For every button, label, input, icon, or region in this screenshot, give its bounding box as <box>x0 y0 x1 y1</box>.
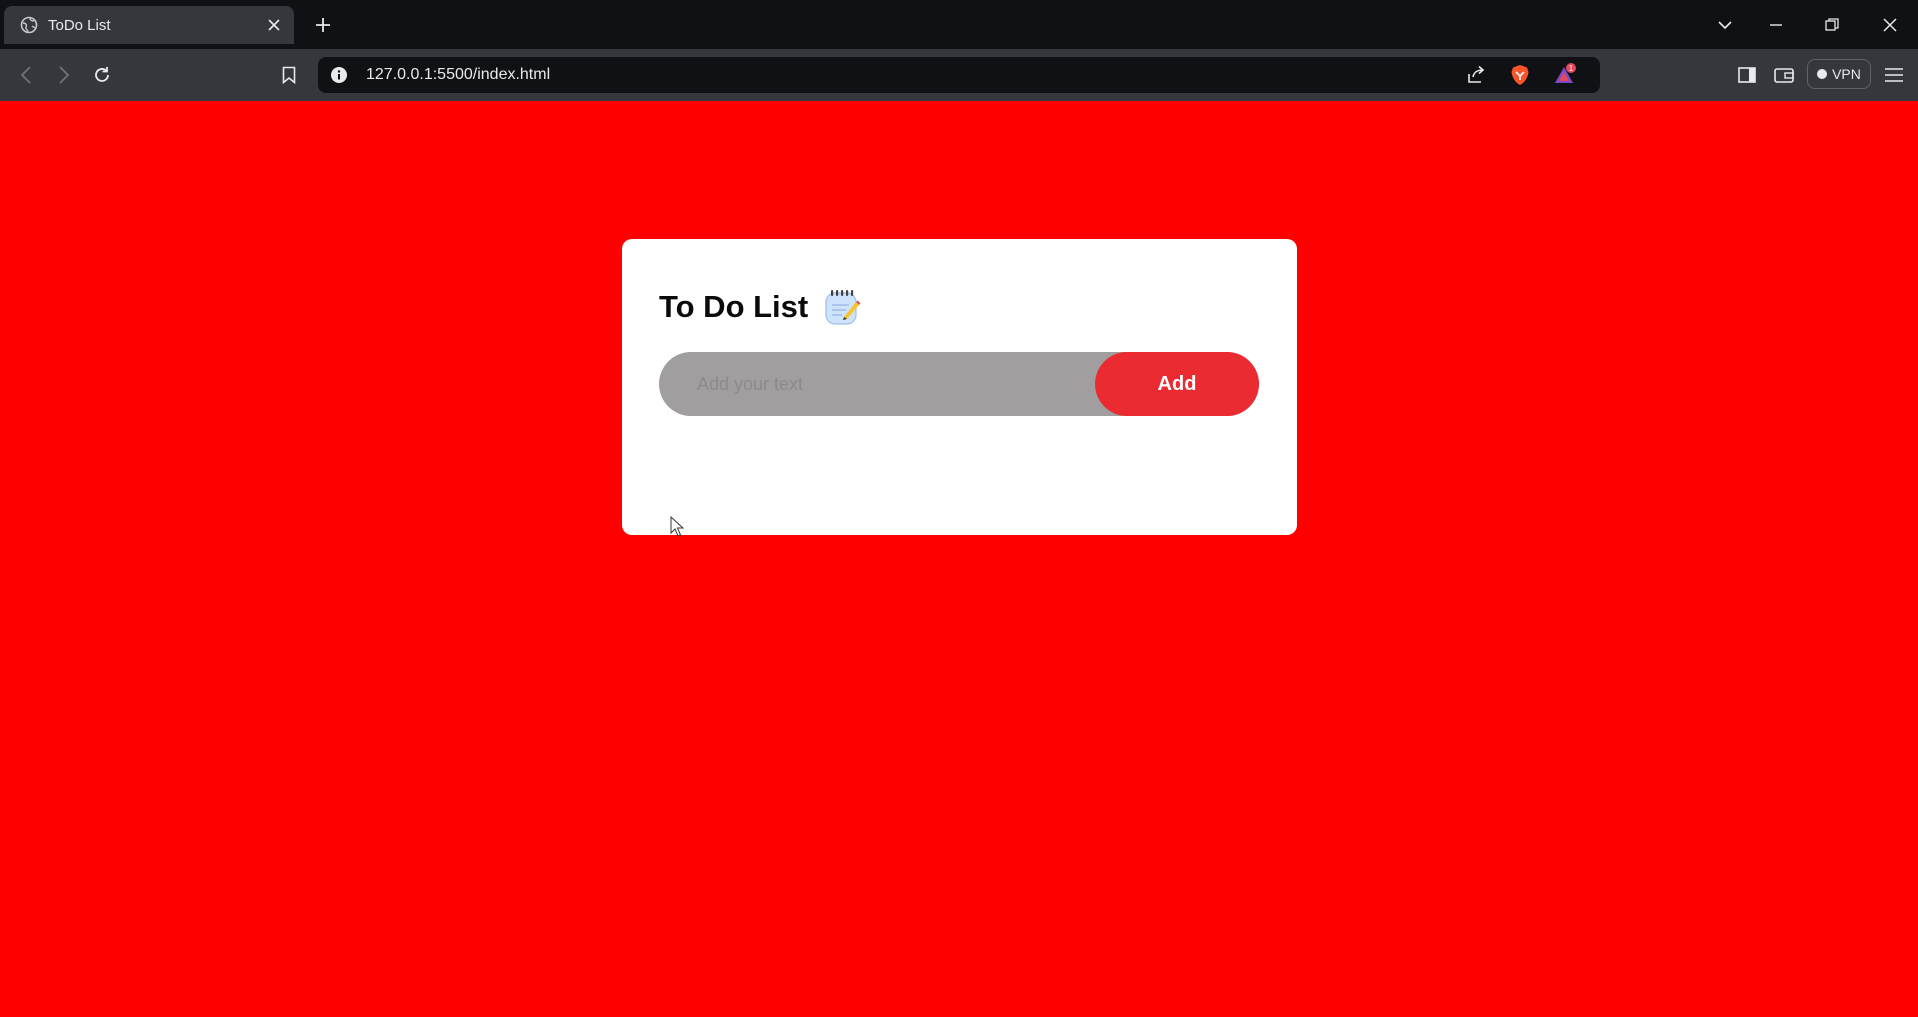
browser-tab[interactable]: ToDo List <box>4 6 294 44</box>
sidebar-toggle-icon[interactable] <box>1733 61 1761 89</box>
url-text: 127.0.0.1:5500/index.html <box>366 66 551 83</box>
vpn-label: VPN <box>1832 66 1861 82</box>
menu-icon[interactable] <box>1880 61 1908 89</box>
forward-icon[interactable] <box>50 61 78 89</box>
new-tab-icon[interactable] <box>310 12 336 38</box>
back-icon[interactable] <box>12 61 40 89</box>
close-window-icon[interactable] <box>1875 10 1905 40</box>
browser-toolbar: 127.0.0.1:5500/index.html 1 VPN <box>0 49 1918 101</box>
wallet-icon[interactable] <box>1770 61 1798 89</box>
share-icon[interactable] <box>1464 63 1488 87</box>
restore-icon[interactable] <box>1817 10 1847 40</box>
tab-title: ToDo List <box>48 16 111 34</box>
reload-icon[interactable] <box>88 61 116 89</box>
minimize-icon[interactable] <box>1761 10 1791 40</box>
browser-titlebar: ToDo List <box>0 0 1918 49</box>
vpn-status-icon <box>1817 69 1828 79</box>
vpn-button[interactable]: VPN <box>1807 59 1871 89</box>
tab-search-chevron-icon[interactable] <box>1710 10 1740 40</box>
memo-icon <box>822 287 862 327</box>
task-list <box>659 439 1259 509</box>
rewards-badge: 1 <box>1569 64 1574 73</box>
close-tab-icon[interactable] <box>260 11 288 39</box>
site-info-icon[interactable] <box>330 66 348 84</box>
globe-icon <box>20 16 38 34</box>
add-button[interactable]: Add <box>1095 352 1259 416</box>
task-input[interactable] <box>659 352 1099 416</box>
bookmark-icon[interactable] <box>275 61 303 89</box>
brave-shields-icon[interactable] <box>1508 63 1532 87</box>
app-heading: To Do List <box>659 287 862 327</box>
brave-rewards-icon[interactable]: 1 <box>1552 63 1576 87</box>
app-title: To Do List <box>659 289 809 324</box>
task-input-row: Add <box>659 352 1259 416</box>
address-bar[interactable]: 127.0.0.1:5500/index.html 1 <box>318 57 1600 93</box>
mouse-cursor-icon <box>670 516 684 537</box>
todo-card: To Do List Add <box>622 239 1297 535</box>
